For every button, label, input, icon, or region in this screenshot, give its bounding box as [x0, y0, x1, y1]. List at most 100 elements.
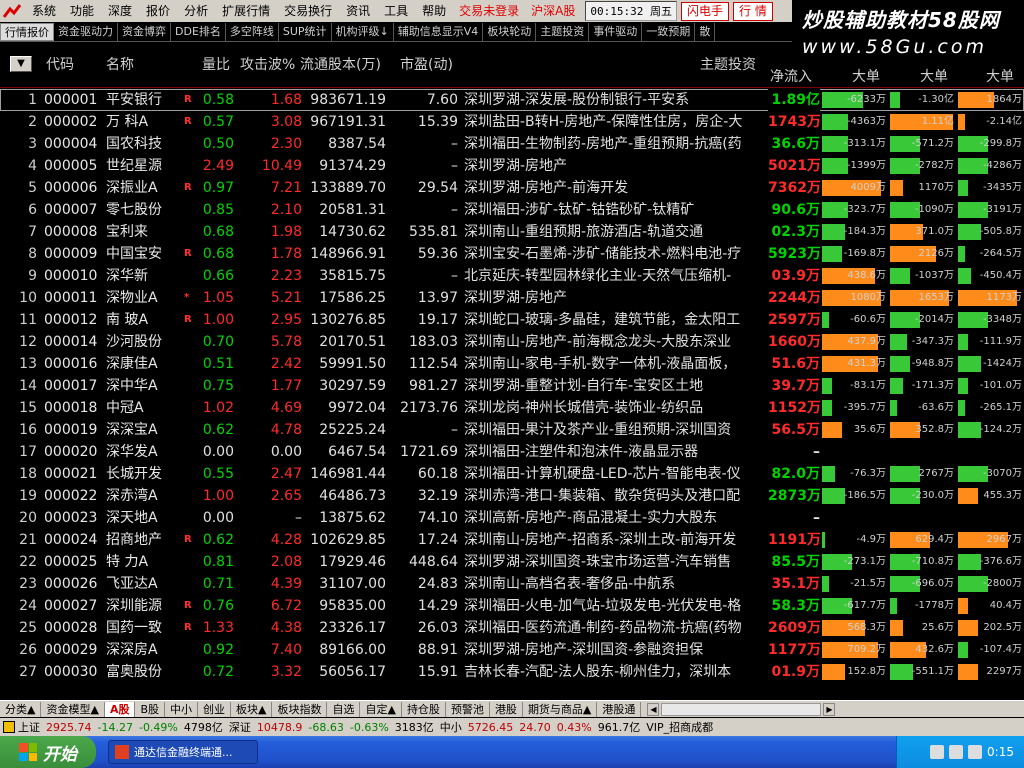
- table-row[interactable]: 15 000018 中冠A 1.02 4.69 9972.04 2173.76 深圳龙岗-神州…: [0, 397, 1024, 419]
- table-row[interactable]: 20 000023 深天地A 0.00 – 13875.62 74.10 深圳高新-房地产-商…: [0, 507, 1024, 529]
- tab-sector-rotation[interactable]: 板块轮动: [483, 22, 537, 41]
- taskbar-app-button[interactable]: 通达信金融终端通...: [108, 740, 258, 764]
- scroll-right-icon[interactable]: ▶: [823, 702, 836, 716]
- tab-b-shares[interactable]: B股: [135, 701, 165, 717]
- table-row[interactable]: 22 000025 特 力A 0.81 2.08 17929.46 448.64 深圳罗湖-深…: [0, 551, 1024, 573]
- row-index: 7: [28, 224, 37, 240]
- header-vol-ratio[interactable]: 量比: [202, 42, 230, 88]
- tab-long-short[interactable]: 多空阵线: [226, 22, 279, 41]
- tab-dde-rank[interactable]: DDE排名: [171, 22, 226, 41]
- security-icon[interactable]: [968, 745, 983, 759]
- tab-consensus[interactable]: 一致预期: [642, 22, 696, 41]
- tab-a-shares[interactable]: A股: [104, 701, 136, 717]
- tab-gem[interactable]: 创业: [198, 701, 231, 717]
- header-pe[interactable]: 市盈(动): [400, 42, 453, 88]
- tab-hk-stocks[interactable]: 港股: [490, 701, 523, 717]
- tab-fund-game[interactable]: 资金博弈: [118, 22, 171, 41]
- header-net-inflow[interactable]: 净流入: [770, 66, 820, 88]
- tab-theme-invest[interactable]: 主题投资: [536, 22, 590, 41]
- table-row[interactable]: 16 000019 深深宝A 0.62 4.78 25225.24 – 深圳福田-果汁及茶产业…: [0, 419, 1024, 441]
- sort-dropdown-icon[interactable]: ▼: [10, 56, 32, 72]
- tab-futures[interactable]: 期货与商品▲: [523, 701, 598, 717]
- table-row[interactable]: 8 000009 中国宝安 R 0.68 1.78 148966.91 59.36 深圳宝安-石…: [0, 243, 1024, 265]
- tab-more[interactable]: 散: [695, 22, 716, 41]
- header-big-order-3[interactable]: 大单: [986, 66, 1014, 88]
- pe-cell: 29.54: [417, 180, 458, 196]
- flash-trade-button[interactable]: 闪电手: [681, 1, 730, 21]
- header-big-order-1[interactable]: 大单: [852, 66, 880, 88]
- tab-sector-index[interactable]: 板块指数: [272, 701, 328, 717]
- table-row[interactable]: 11 000012 南 玻A R 1.00 2.95 130276.85 19.17 深圳蛇口-…: [0, 309, 1024, 331]
- table-row[interactable]: 12 000014 沙河股份 0.70 5.78 20170.51 183.03 深圳南山-房…: [0, 331, 1024, 353]
- menu-item-quote[interactable]: 报价: [139, 0, 177, 22]
- header-theme[interactable]: 主题投资: [700, 42, 756, 88]
- horizontal-scrollbar[interactable]: [661, 702, 822, 716]
- header-float-shares[interactable]: 流通股本(万): [300, 42, 381, 88]
- table-row[interactable]: 6 000007 零七股份 0.85 2.10 20581.31 – 深圳福田-涉矿-钛矿-钴…: [0, 199, 1024, 221]
- tab-fund-model[interactable]: 资金模型▲: [41, 701, 105, 717]
- trade-login-status[interactable]: 交易未登录: [453, 0, 525, 22]
- tab-hk-connect[interactable]: 港股通: [597, 701, 642, 717]
- network-icon[interactable]: [930, 745, 945, 759]
- tab-sme[interactable]: 中小: [165, 701, 198, 717]
- header-attack-wave[interactable]: 攻击波%: [240, 42, 295, 88]
- table-row[interactable]: 4 000005 世纪星源 2.49 10.49 91374.29 – 深圳罗湖-房地产 502…: [0, 155, 1024, 177]
- table-row[interactable]: 5 000006 深振业A R 0.97 7.21 133889.70 29.54 深圳罗湖-房…: [0, 177, 1024, 199]
- big-order-value: -551.1万: [911, 666, 954, 677]
- scroll-left-icon[interactable]: ◀: [647, 702, 660, 716]
- menu-item-help[interactable]: 帮助: [415, 0, 453, 22]
- table-row[interactable]: 14 000017 深中华A 0.75 1.77 30297.59 981.27 深圳罗湖-重…: [0, 375, 1024, 397]
- float-shares-cell: 983671.19: [310, 92, 386, 108]
- tab-category[interactable]: 分类▲: [0, 701, 42, 717]
- table-row[interactable]: 2 000002 万 科A R 0.57 3.08 967191.31 15.39 深圳盐田-B…: [0, 111, 1024, 133]
- table-row[interactable]: 10 000011 深物业A * 1.05 5.21 17586.25 13.97 深圳罗湖-房…: [0, 287, 1024, 309]
- menu-item-depth[interactable]: 深度: [101, 0, 139, 22]
- table-row[interactable]: 25 000028 国药一致 R 1.33 4.38 23326.17 26.03 深圳福田-医…: [0, 617, 1024, 639]
- tab-sup-stats[interactable]: SUP统计: [279, 22, 332, 41]
- tab-quotes[interactable]: 行情报价: [0, 22, 54, 41]
- menu-item-news[interactable]: 资讯: [339, 0, 377, 22]
- vol-ratio-cell: 1.02: [202, 400, 234, 416]
- tab-custom[interactable]: 自定▲: [360, 701, 402, 717]
- header-name[interactable]: 名称: [106, 42, 134, 88]
- quote-table: 1 000001 平安银行 R 0.58 1.68 983671.19 7.60 深圳罗湖-深发…: [0, 88, 1024, 700]
- quote-button[interactable]: 行 情: [733, 1, 773, 21]
- table-row[interactable]: 26 000029 深深房A 0.92 7.40 89166.00 88.91 深圳罗湖-房地…: [0, 639, 1024, 661]
- tab-holdings[interactable]: 持仓股: [402, 701, 446, 717]
- row-index: 23: [19, 576, 37, 592]
- table-row[interactable]: 3 000004 国农科技 0.50 2.30 8387.54 – 深圳福田-生物制药-房地产…: [0, 133, 1024, 155]
- tab-aux-info[interactable]: 辅助信息显示V4: [394, 22, 484, 41]
- volume-icon[interactable]: [949, 745, 964, 759]
- start-button[interactable]: 开始: [0, 736, 96, 768]
- tab-event-driven[interactable]: 事件驱动: [589, 22, 643, 41]
- tab-inst-rating[interactable]: 机构评级↓: [332, 22, 394, 41]
- menu-item-extended[interactable]: 扩展行情: [215, 0, 277, 22]
- row-index: 15: [19, 400, 37, 416]
- table-row[interactable]: 24 000027 深圳能源 R 0.76 6.72 95835.00 14.29 深圳福田-火…: [0, 595, 1024, 617]
- menu-item-system[interactable]: 系统: [25, 0, 63, 22]
- table-row[interactable]: 1 000001 平安银行 R 0.58 1.68 983671.19 7.60 深圳罗湖-深发…: [0, 89, 1024, 111]
- tab-sector[interactable]: 板块▲: [231, 701, 273, 717]
- table-row[interactable]: 13 000016 深康佳A 0.51 2.42 59991.50 112.54 深圳南山-家…: [0, 353, 1024, 375]
- menu-item-analysis[interactable]: 分析: [177, 0, 215, 22]
- table-row[interactable]: 23 000026 飞亚达A 0.71 4.39 31107.00 24.83 深圳南山-高档…: [0, 573, 1024, 595]
- table-row[interactable]: 18 000021 长城开发 0.55 2.47 146981.44 60.18 深圳福田-计…: [0, 463, 1024, 485]
- table-row[interactable]: 7 000008 宝利来 0.68 1.98 14730.62 535.81 深圳南山-重组预…: [0, 221, 1024, 243]
- table-row[interactable]: 9 000010 深华新 0.66 2.23 35815.75 – 北京延庆-转型园林绿化主业…: [0, 265, 1024, 287]
- table-row[interactable]: 17 000020 深华发A 0.00 0.00 6467.54 1721.69 深圳福田-注…: [0, 441, 1024, 463]
- market-selector[interactable]: 沪深A股: [525, 0, 581, 22]
- float-shares-cell: 20581.31: [319, 202, 386, 218]
- table-row[interactable]: 27 000030 富奥股份 0.72 3.32 56056.17 15.91 吉林长春-汽配…: [0, 661, 1024, 683]
- table-row[interactable]: 21 000024 招商地产 R 0.62 4.28 102629.85 17.24 深圳南山-…: [0, 529, 1024, 551]
- tab-fund-drive[interactable]: 资金驱动力: [54, 22, 118, 41]
- menu-item-function[interactable]: 功能: [63, 0, 101, 22]
- header-code[interactable]: 代码: [46, 42, 74, 88]
- tab-alert-pool[interactable]: 预警池: [446, 701, 490, 717]
- menu-item-trade-switch[interactable]: 交易换行: [277, 0, 339, 22]
- big-order-value: -1778万: [914, 600, 954, 611]
- header-big-order-2[interactable]: 大单: [920, 66, 948, 88]
- tab-watchlist[interactable]: 自选: [327, 701, 361, 717]
- table-row[interactable]: 19 000022 深赤湾A 1.00 2.65 46486.73 32.19 深圳赤湾-港口…: [0, 485, 1024, 507]
- menu-item-tools[interactable]: 工具: [377, 0, 415, 22]
- margin-flag: R: [184, 94, 192, 105]
